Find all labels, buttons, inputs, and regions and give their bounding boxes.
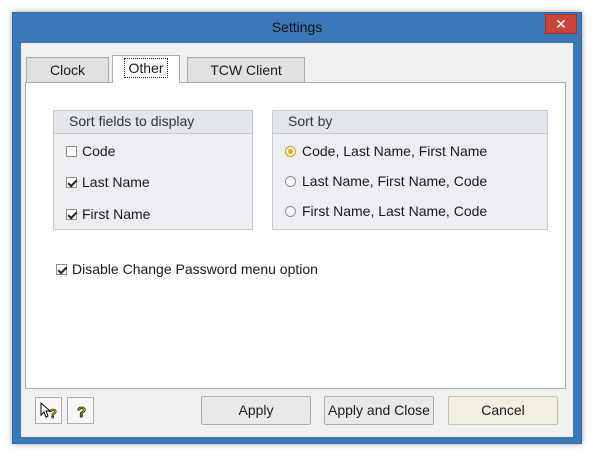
window-title: Settings bbox=[271, 19, 323, 35]
tab-tcw-client-label: TCW Client bbox=[210, 62, 282, 78]
sort-code-last-first-radio[interactable]: Code, Last Name, First Name bbox=[285, 141, 487, 161]
tab-clock-label: Clock bbox=[49, 62, 85, 78]
sort-by-group-title: Sort by bbox=[273, 111, 547, 134]
apply-and-close-button[interactable]: Apply and Close bbox=[324, 396, 434, 425]
settings-window: Settings ✕ Clock Other TCW Client Sort f… bbox=[12, 12, 582, 444]
code-checkbox-label: Code bbox=[82, 143, 116, 159]
tab-tcw-client[interactable]: TCW Client bbox=[187, 57, 305, 83]
cancel-button[interactable]: Cancel bbox=[448, 396, 558, 425]
code-checkbox[interactable]: Code bbox=[66, 141, 115, 161]
svg-text:?: ? bbox=[77, 404, 86, 421]
first-name-checkbox[interactable]: First Name bbox=[66, 204, 150, 224]
last-name-checkbox[interactable]: Last Name bbox=[66, 172, 150, 192]
last-name-checkbox-label: Last Name bbox=[82, 174, 150, 190]
sort-first-last-code-radio-dot[interactable] bbox=[285, 206, 296, 217]
sort-fields-group-title: Sort fields to display bbox=[54, 111, 252, 134]
last-name-checkbox-box[interactable] bbox=[66, 177, 77, 188]
context-help-button[interactable]: ? bbox=[35, 397, 62, 424]
tab-other-label: Other bbox=[124, 58, 168, 78]
close-button[interactable]: ✕ bbox=[545, 14, 577, 34]
disable-change-password-checkbox[interactable]: Disable Change Password menu option bbox=[56, 259, 318, 279]
help-icon: ? bbox=[77, 404, 87, 421]
sort-first-last-code-radio[interactable]: First Name, Last Name, Code bbox=[285, 201, 487, 221]
code-checkbox-box[interactable] bbox=[66, 146, 77, 157]
sort-last-first-code-radio[interactable]: Last Name, First Name, Code bbox=[285, 171, 487, 191]
disable-change-password-checkbox-box[interactable] bbox=[56, 264, 67, 275]
dialog-button-bar: ? ? Apply Apply and Close Cancel bbox=[25, 395, 566, 433]
tab-other[interactable]: Other bbox=[112, 55, 180, 83]
sort-last-first-code-label: Last Name, First Name, Code bbox=[302, 173, 488, 189]
sort-last-first-code-radio-dot[interactable] bbox=[285, 176, 296, 187]
apply-button[interactable]: Apply bbox=[201, 396, 311, 425]
tab-clock[interactable]: Clock bbox=[26, 57, 109, 83]
disable-change-password-label: Disable Change Password menu option bbox=[72, 261, 318, 277]
title-bar[interactable]: Settings ✕ bbox=[13, 13, 581, 41]
pointer-help-icon: ? bbox=[40, 402, 57, 421]
sort-fields-group: Sort fields to display Code Last Name Fi… bbox=[53, 110, 253, 230]
sort-code-last-first-radio-dot[interactable] bbox=[285, 146, 296, 157]
dialog-client-area: Clock Other TCW Client Sort fields to di… bbox=[21, 43, 573, 437]
first-name-checkbox-box[interactable] bbox=[66, 209, 77, 220]
svg-text:?: ? bbox=[49, 406, 57, 421]
sort-code-last-first-label: Code, Last Name, First Name bbox=[302, 143, 488, 159]
sort-by-group: Sort by Code, Last Name, First Name Last… bbox=[272, 110, 548, 230]
help-button[interactable]: ? bbox=[67, 397, 94, 424]
first-name-checkbox-label: First Name bbox=[82, 206, 151, 222]
tab-panel-other: Sort fields to display Code Last Name Fi… bbox=[25, 82, 566, 389]
sort-first-last-code-label: First Name, Last Name, Code bbox=[302, 203, 488, 219]
